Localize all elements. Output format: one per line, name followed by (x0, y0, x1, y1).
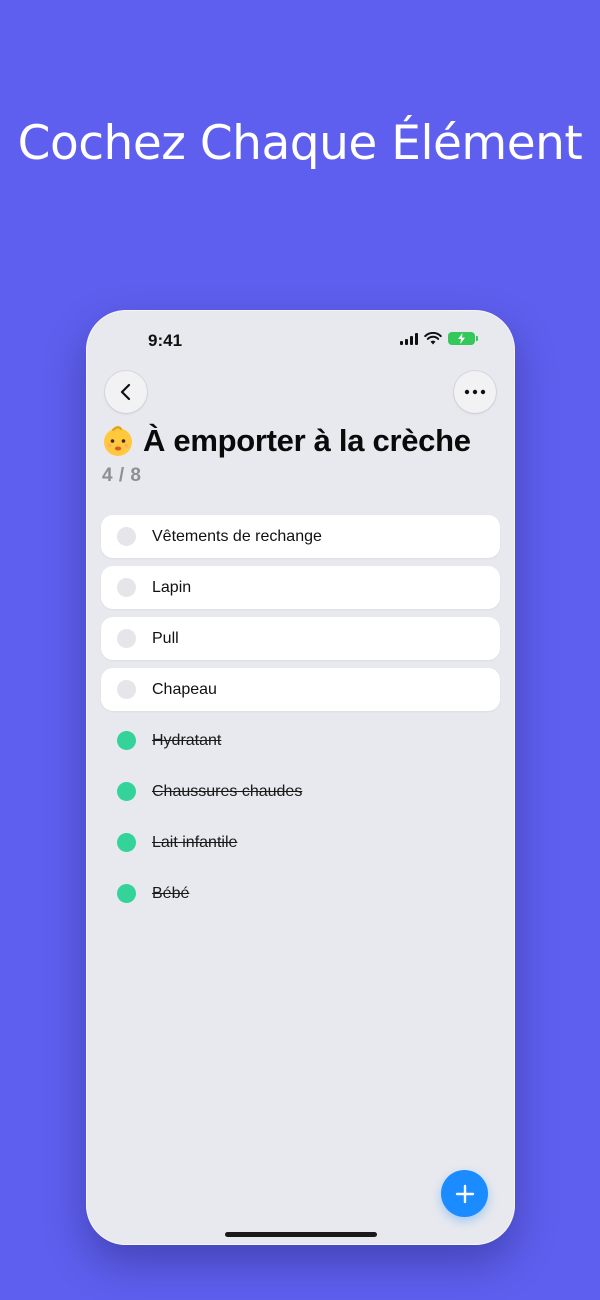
list-item[interactable]: Chapeau (101, 668, 500, 711)
home-indicator[interactable] (225, 1232, 377, 1237)
item-label: Pull (152, 629, 179, 647)
progress-count: 4 / 8 (102, 465, 142, 486)
completed-list-item[interactable]: Hydratant (101, 719, 500, 762)
chevron-left-icon (120, 383, 131, 401)
item-label: Vêtements de rechange (152, 527, 322, 545)
item-label: Chapeau (152, 680, 217, 698)
cellular-signal-icon (400, 332, 418, 345)
ellipsis-icon (464, 389, 486, 395)
status-time: 9:41 (148, 331, 183, 350)
checked-circle-icon[interactable] (117, 782, 136, 801)
completed-list-item[interactable]: Chaussures chaudes (101, 770, 500, 813)
marketing-headline: Cochez Chaque Élément (17, 116, 583, 171)
plus-icon (455, 1184, 474, 1203)
list-title-row: À emporter à la crèche (101, 423, 471, 459)
checklist: Vêtements de rechange Lapin Pull Chapeau… (101, 515, 500, 923)
wifi-icon (424, 332, 442, 345)
item-label: Hydratant (152, 731, 222, 749)
unchecked-circle-icon[interactable] (117, 578, 136, 597)
completed-list-item[interactable]: Bébé (101, 872, 500, 915)
list-item[interactable]: Vêtements de rechange (101, 515, 500, 558)
item-label: Bébé (152, 884, 190, 902)
list-item[interactable]: Lapin (101, 566, 500, 609)
status-indicators (400, 332, 478, 345)
unchecked-circle-icon[interactable] (117, 629, 136, 648)
checked-circle-icon[interactable] (117, 731, 136, 750)
list-item[interactable]: Pull (101, 617, 500, 660)
phone-screen: 9:41 À emporter à la crèche 4 / 8 Vêteme… (86, 310, 515, 1245)
unchecked-circle-icon[interactable] (117, 680, 136, 699)
more-options-button[interactable] (454, 371, 496, 413)
item-label: Lait infantile (152, 833, 238, 851)
baby-face-icon (104, 426, 132, 456)
back-button[interactable] (105, 371, 147, 413)
battery-charging-icon (448, 332, 478, 345)
completed-list-item[interactable]: Lait infantile (101, 821, 500, 864)
checked-circle-icon[interactable] (117, 884, 136, 903)
item-label: Chaussures chaudes (152, 782, 303, 800)
unchecked-circle-icon[interactable] (117, 527, 136, 546)
add-item-button[interactable] (441, 1170, 488, 1217)
checked-circle-icon[interactable] (117, 833, 136, 852)
list-title: À emporter à la crèche (143, 423, 471, 458)
item-label: Lapin (152, 578, 192, 596)
